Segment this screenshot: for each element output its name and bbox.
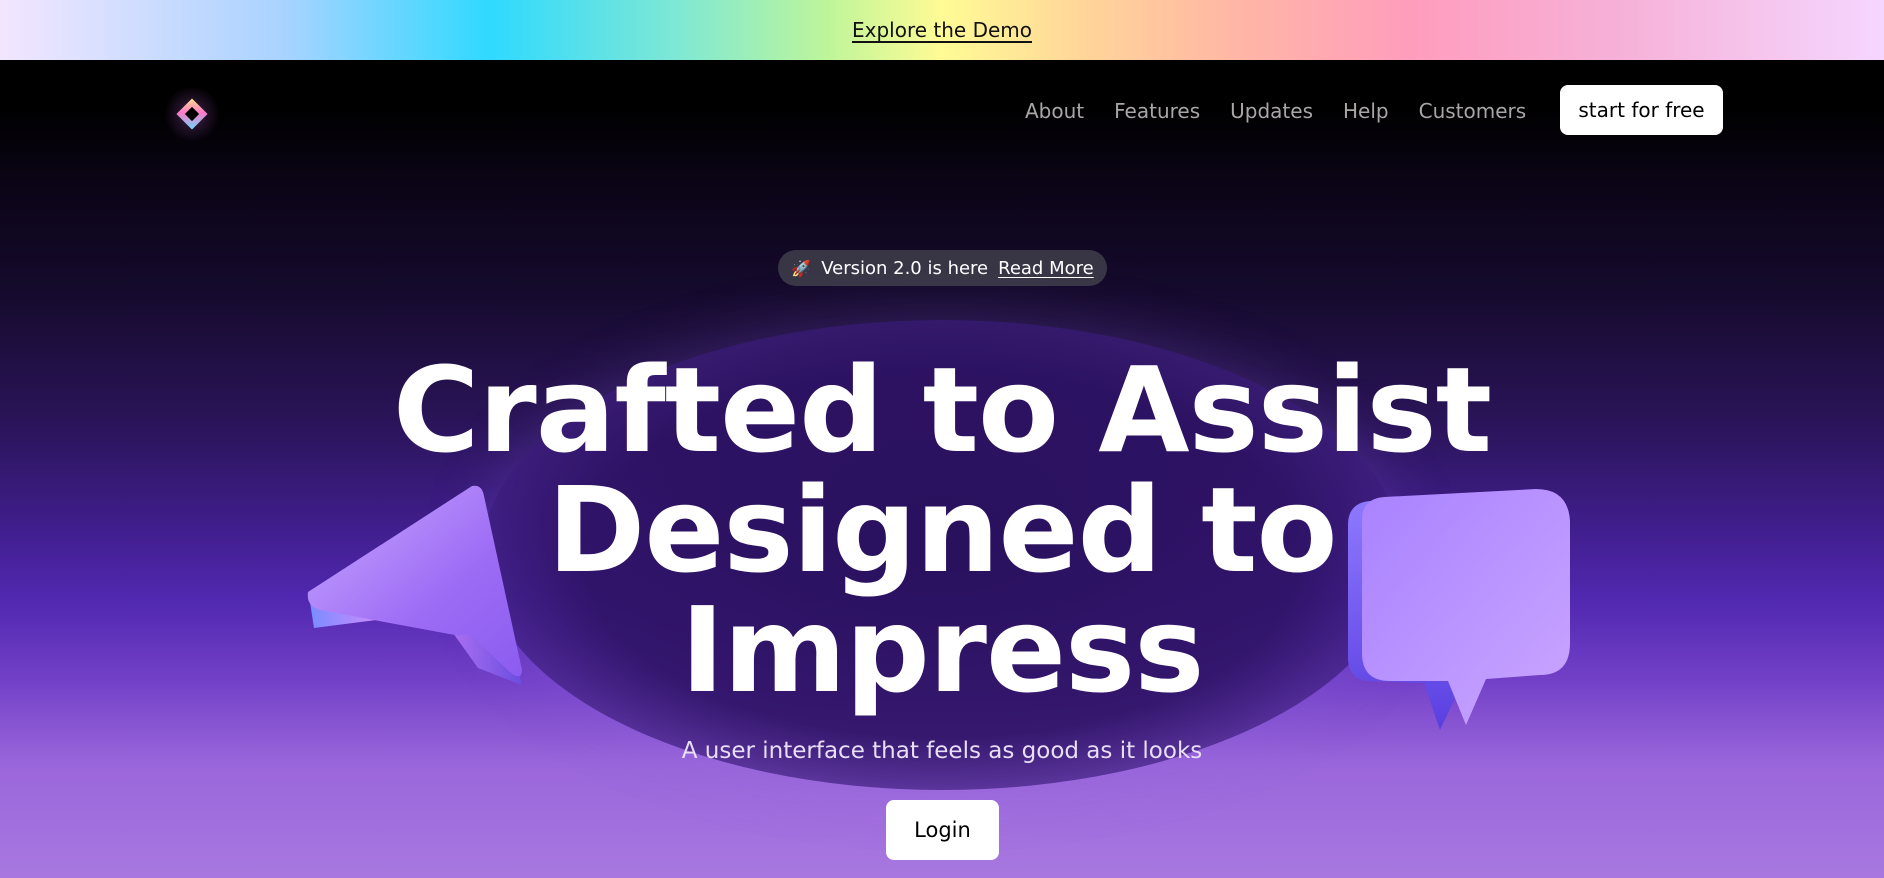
headline-line-2: Designed to	[547, 461, 1337, 599]
explore-demo-link[interactable]: Explore the Demo	[852, 18, 1032, 42]
hero-headline: Crafted to Assist Designed to Impress	[342, 350, 1542, 710]
read-more-link[interactable]: Read More	[998, 258, 1094, 279]
nav-item-about[interactable]: About	[1025, 99, 1084, 123]
logo[interactable]	[164, 86, 220, 142]
diamond-logo-icon	[176, 98, 208, 130]
nav-item-customers[interactable]: Customers	[1419, 99, 1527, 123]
start-for-free-button[interactable]: start for free	[1560, 85, 1723, 135]
headline-line-3: Impress	[680, 581, 1204, 719]
version-announcement-pill: 🚀 Version 2.0 is here Read More	[778, 250, 1107, 286]
main-nav: About Features Updates Help Customers	[1025, 91, 1526, 131]
nav-item-updates[interactable]: Updates	[1230, 99, 1313, 123]
nav-item-features[interactable]: Features	[1114, 99, 1200, 123]
login-button[interactable]: Login	[886, 800, 999, 860]
nav-item-help[interactable]: Help	[1343, 99, 1389, 123]
rocket-icon: 🚀	[791, 258, 812, 278]
headline-line-1: Crafted to Assist	[392, 341, 1492, 479]
top-banner: Explore the Demo	[0, 0, 1884, 60]
announcement-text: Version 2.0 is here	[821, 257, 989, 279]
hero-subtitle: A user interface that feels as good as i…	[681, 738, 1203, 764]
